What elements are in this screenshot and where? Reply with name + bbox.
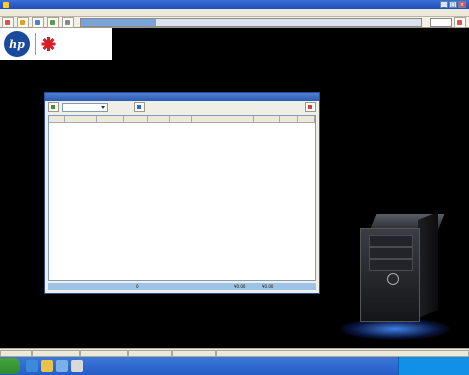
close-icon: [308, 105, 312, 109]
server-image: [356, 211, 445, 326]
table-footer: 0 ¥0.00 ¥0.00: [48, 283, 316, 290]
system-tray: [398, 357, 469, 375]
minimize-button[interactable]: _: [440, 1, 448, 8]
shopping-button[interactable]: [17, 16, 29, 28]
query-icon: [137, 105, 141, 109]
brand-banner: hp: [0, 28, 112, 60]
notepad-icon: [50, 19, 55, 25]
column-header[interactable]: [124, 116, 148, 122]
select-icon: [51, 105, 55, 109]
column-header[interactable]: [192, 116, 254, 122]
query-dialog: 0 ¥0.00 ¥0.00: [44, 92, 320, 294]
remaining-time-field: [430, 17, 452, 27]
close-button[interactable]: ×: [458, 1, 466, 8]
footer-count: 0: [136, 284, 139, 289]
status-user-id: [128, 350, 172, 357]
progress-fill: [81, 18, 156, 26]
column-header[interactable]: [170, 116, 192, 122]
table-header: [49, 116, 315, 123]
workspace: hp 0 ¥0.00 ¥0.00: [0, 28, 469, 348]
results-table[interactable]: [48, 115, 316, 281]
footer-total-1: ¥0.00: [234, 284, 246, 289]
status-website[interactable]: [216, 350, 469, 357]
lock-icon: [65, 19, 70, 25]
hp-logo: hp: [4, 31, 30, 57]
window-titlebar: _ □ ×: [0, 0, 469, 9]
column-header[interactable]: [298, 116, 315, 122]
exit-icon: [5, 19, 10, 25]
folder-icon[interactable]: [41, 360, 53, 372]
app-icon: [3, 1, 9, 8]
main-toolbar: [0, 16, 469, 28]
query-button[interactable]: [134, 102, 145, 112]
media-icon[interactable]: [56, 360, 68, 372]
column-header[interactable]: [148, 116, 170, 122]
status-date: [172, 350, 216, 357]
column-header[interactable]: [65, 116, 97, 122]
status-module: [80, 350, 128, 357]
calculator-button[interactable]: [32, 16, 44, 28]
app-icon[interactable]: [71, 360, 83, 372]
column-header[interactable]: [254, 116, 280, 122]
maximize-button[interactable]: □: [449, 1, 457, 8]
select-button[interactable]: [48, 102, 59, 112]
status-company: [32, 350, 80, 357]
brand-divider: [35, 33, 36, 55]
start-button[interactable]: [0, 358, 20, 374]
dialog-close-button[interactable]: [305, 102, 316, 112]
column-header[interactable]: [280, 116, 298, 122]
exit-button[interactable]: [2, 16, 14, 28]
quick-launch: [26, 360, 83, 372]
status-user: [0, 350, 32, 357]
calculator-icon: [35, 19, 40, 25]
kailong-logo-icon: [41, 37, 55, 51]
footer-total-2: ¥0.00: [262, 284, 274, 289]
help-button[interactable]: [454, 16, 466, 28]
notepad-button[interactable]: [47, 16, 59, 28]
column-header[interactable]: [97, 116, 124, 122]
dialog-toolbar: [45, 101, 319, 113]
help-icon: [457, 19, 462, 25]
hp-server-logo: [387, 273, 399, 285]
column-header[interactable]: [49, 116, 65, 122]
dialog-title: [45, 93, 319, 101]
taskbar: [0, 357, 469, 375]
supplier-dropdown[interactable]: [62, 102, 108, 112]
cart-icon: [20, 19, 25, 25]
lock-screen-button[interactable]: [62, 16, 74, 28]
ie-icon[interactable]: [26, 360, 38, 372]
progress-bar: [80, 17, 422, 27]
